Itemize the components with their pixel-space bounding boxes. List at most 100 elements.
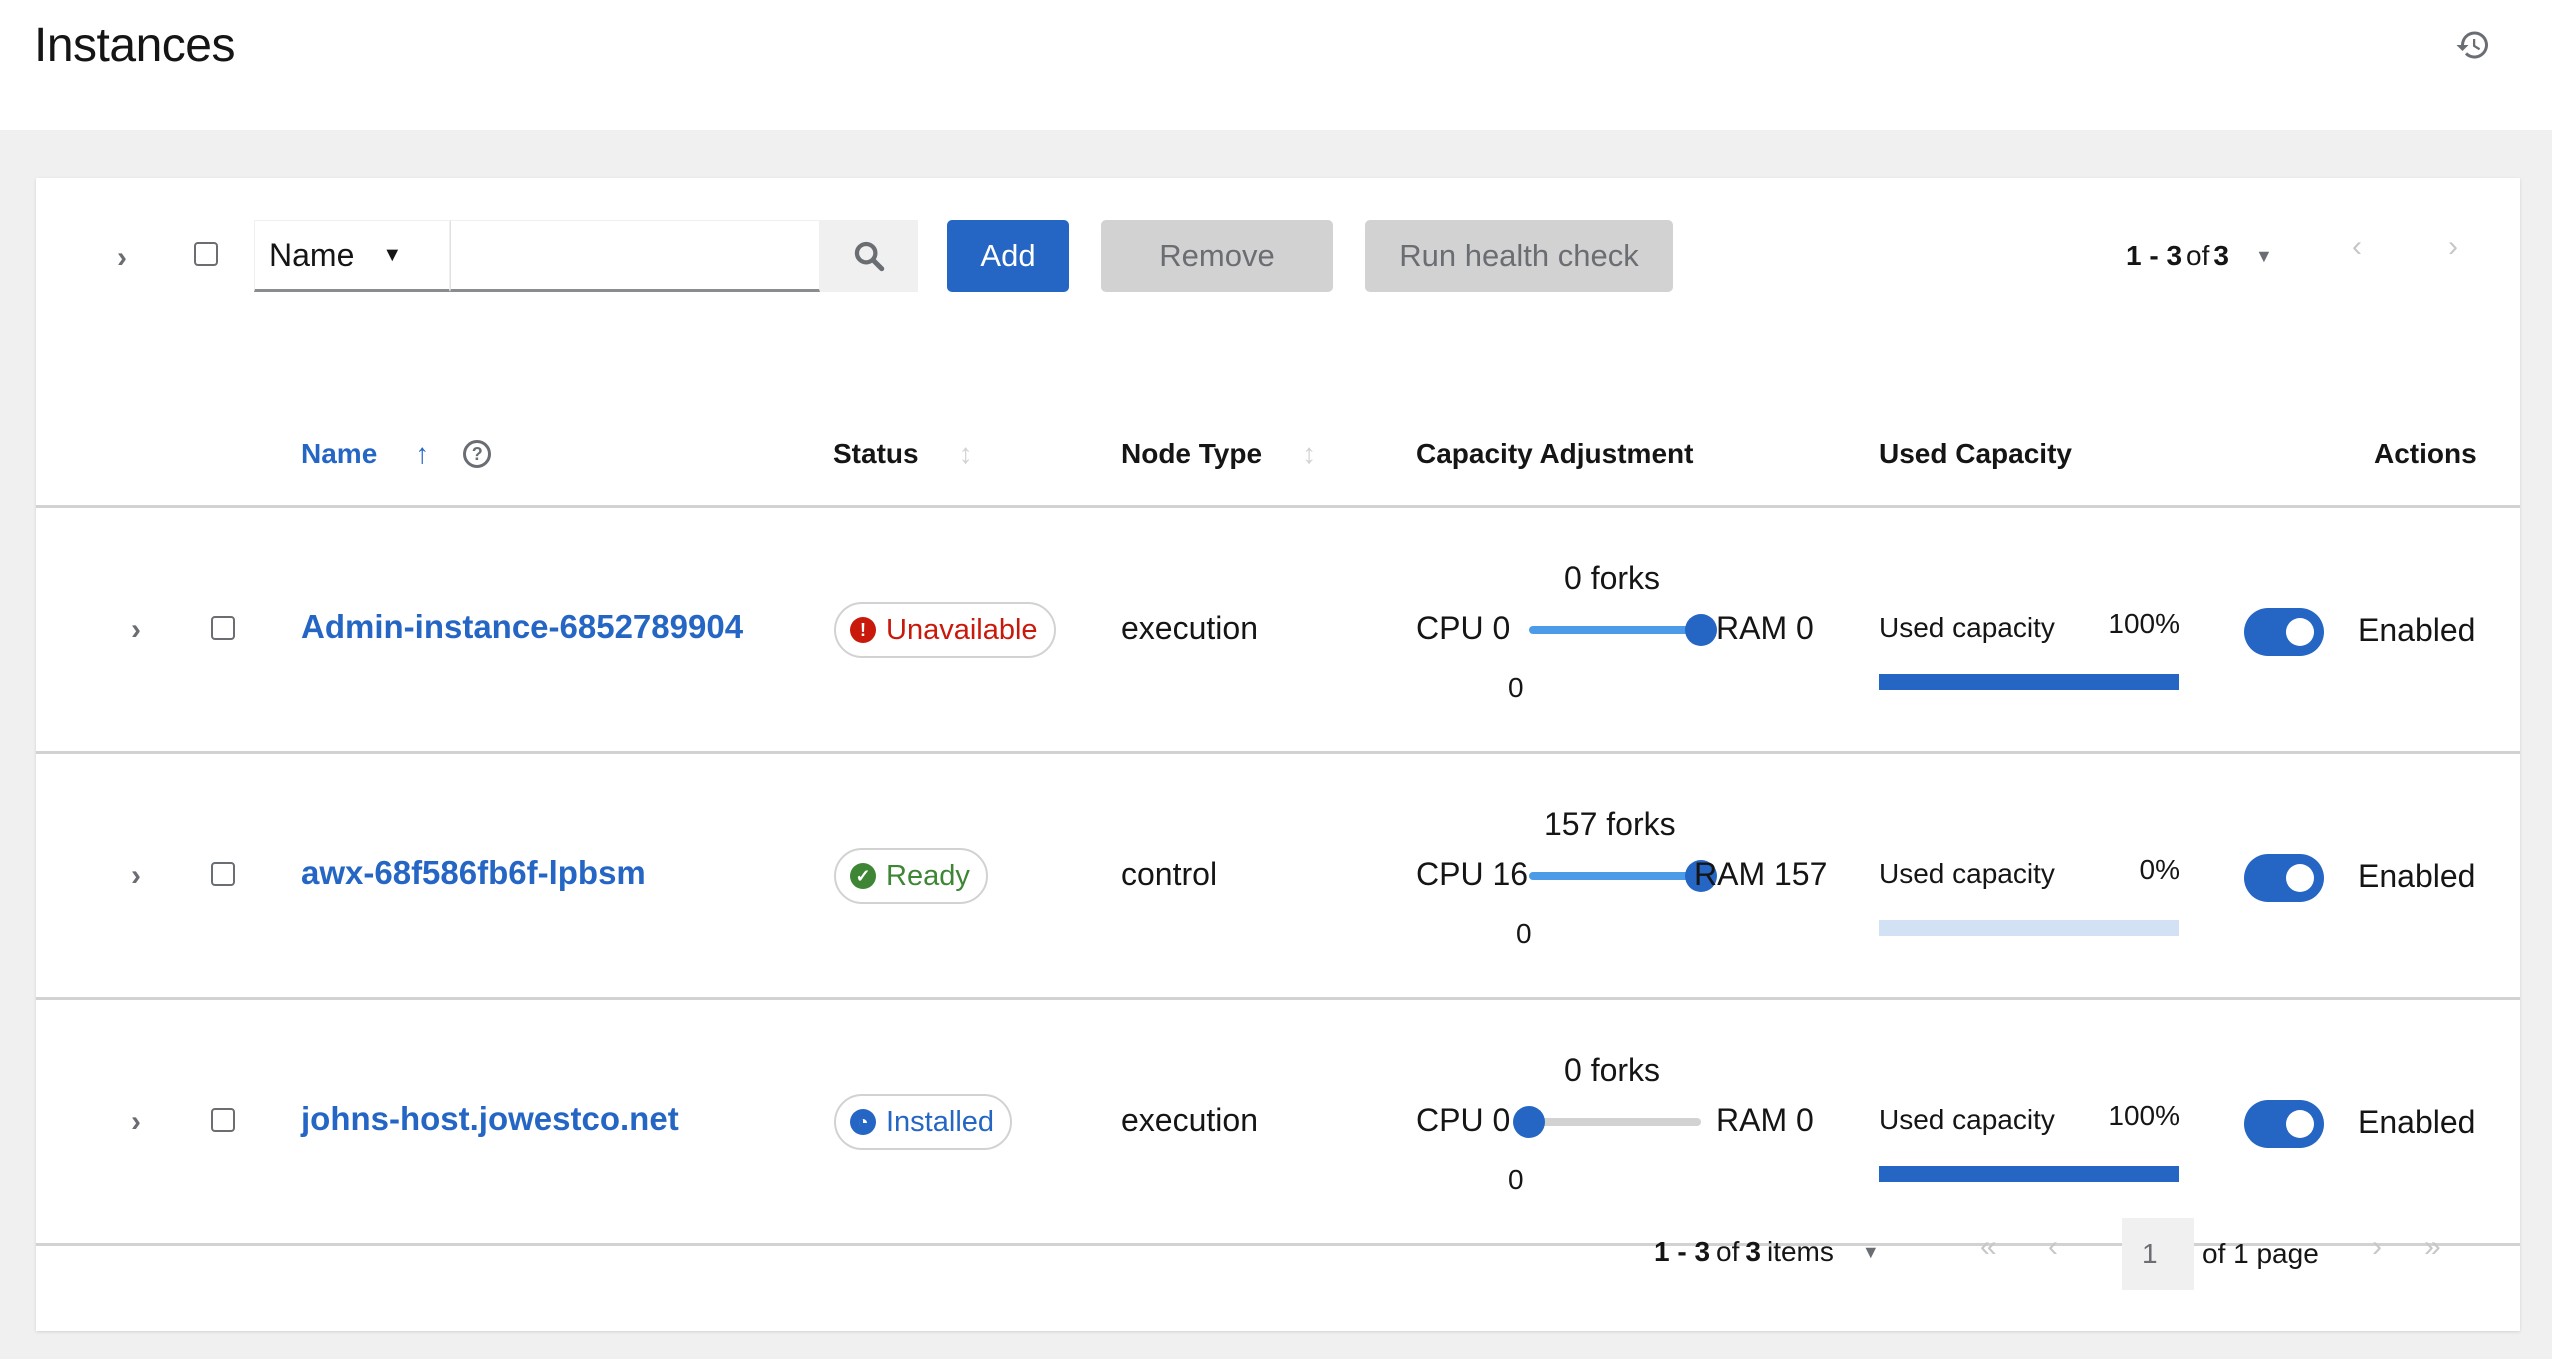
used-capacity-percent: 0% (2139, 854, 2180, 885)
select-all-checkbox[interactable] (194, 242, 218, 266)
status-badge: ✓ Ready (834, 848, 988, 904)
capacity-slider-track[interactable] (1529, 626, 1701, 634)
page-title: Instances (34, 19, 235, 72)
slider-min-label: 0 (1516, 918, 1532, 949)
column-label: Status (833, 438, 919, 469)
node-type: execution (1121, 1102, 1258, 1138)
column-header-node-type[interactable]: Node Type ↕ (1121, 438, 1316, 470)
instance-name-link[interactable]: awx-68f586fb6f-lpbsm (301, 854, 646, 892)
table-row: › Admin-instance-6852789904 ! Unavailabl… (36, 508, 2520, 754)
row-expand-toggle[interactable]: › (116, 856, 156, 896)
column-label: Capacity Adjustment (1416, 438, 1694, 469)
caret-down-icon: ▼ (1861, 1241, 1880, 1262)
node-type: control (1121, 856, 1218, 892)
row-expand-toggle[interactable]: › (116, 610, 156, 650)
of-pages-label: of 1 page (2202, 1238, 2319, 1269)
run-health-check-button[interactable]: Run health check (1365, 220, 1673, 292)
capacity-slider-track[interactable] (1529, 872, 1701, 880)
caret-down-icon: ▼ (382, 243, 403, 266)
chevron-left-icon: ‹ (2048, 1230, 2058, 1263)
filter-field-select[interactable]: Name ▼ (254, 220, 450, 292)
top-pagination-toggle[interactable]: 1 - 3 of 3 ▼ (2126, 240, 2273, 272)
column-header-capacity-adjustment: Capacity Adjustment (1416, 438, 1693, 470)
add-button[interactable]: Add (947, 220, 1069, 292)
help-icon[interactable]: ? (463, 440, 492, 468)
used-capacity-bar-fill (1879, 1166, 2179, 1182)
slider-min-label: 0 (1508, 1164, 1524, 1195)
column-header-name[interactable]: Name ↑ ? (301, 438, 492, 470)
chevron-right-icon: › (131, 613, 141, 646)
column-header-used-capacity: Used Capacity (1879, 438, 2072, 470)
row-select-checkbox[interactable] (211, 862, 235, 886)
chevron-right-icon: › (131, 1105, 141, 1138)
chevron-right-icon: › (117, 241, 127, 274)
status-badge: ! Unavailable (834, 602, 1056, 658)
pagination-of: of (2186, 240, 2210, 271)
history-button[interactable] (2452, 24, 2494, 66)
cpu-label: CPU 0 (1416, 1102, 1511, 1138)
chevron-right-icon: › (2372, 1230, 2382, 1263)
next-page-button-bottom[interactable]: › (2372, 1230, 2382, 1264)
chevron-left-icon: ‹ (2352, 230, 2362, 263)
enabled-label: Enabled (2358, 612, 2476, 648)
next-page-button[interactable]: › (2448, 230, 2458, 264)
expand-all-toggle[interactable]: › (102, 238, 142, 278)
used-capacity-label: Used capacity (1879, 612, 2055, 643)
remove-button[interactable]: Remove (1101, 220, 1333, 292)
row-select-checkbox[interactable] (211, 616, 235, 640)
check-circle-icon: ✓ (850, 863, 876, 889)
search-icon (854, 241, 885, 272)
forks-label: 0 forks (1564, 560, 1661, 596)
cpu-label: CPU 16 (1416, 856, 1529, 892)
status-text: Ready (886, 859, 970, 892)
used-capacity-bar (1879, 674, 2179, 690)
used-capacity-bar (1879, 1166, 2179, 1182)
enabled-toggle[interactable] (2244, 854, 2324, 902)
row-select-checkbox[interactable] (211, 1108, 235, 1132)
column-label: Actions (2374, 438, 2477, 469)
enabled-toggle[interactable] (2244, 608, 2324, 656)
chevron-right-icon: › (2448, 230, 2458, 263)
enabled-label: Enabled (2358, 858, 2476, 894)
table-row: › awx-68f586fb6f-lpbsm ✓ Ready control 1… (36, 754, 2520, 1000)
pagination-total: 3 (2213, 240, 2229, 271)
search-button[interactable] (820, 220, 918, 292)
search-input[interactable] (450, 220, 820, 292)
table-header: Name ↑ ? Status ↕ Node Type ↕ Capacity A… (36, 398, 2520, 508)
status-badge: ◔ Installed (834, 1094, 1013, 1150)
prev-page-button[interactable]: ‹ (2352, 230, 2362, 264)
forks-label: 0 forks (1564, 1052, 1661, 1088)
used-capacity-bar (1879, 920, 2179, 936)
used-capacity-label: Used capacity (1879, 1104, 2055, 1135)
history-icon (2456, 31, 2488, 59)
ram-label: RAM 157 (1694, 856, 1828, 892)
column-label: Name (301, 438, 378, 469)
capacity-slider-thumb[interactable] (1513, 1106, 1545, 1138)
table-row: › johns-host.jowestco.net ◔ Installed ex… (36, 1000, 2520, 1246)
column-header-status[interactable]: Status ↕ (833, 438, 973, 470)
instance-name-link[interactable]: Admin-instance-6852789904 (301, 608, 743, 646)
column-label: Node Type (1121, 438, 1263, 469)
prev-page-button-bottom[interactable]: ‹ (2048, 1230, 2058, 1264)
exclamation-circle-icon: ! (850, 617, 876, 643)
capacity-slider-thumb[interactable] (1685, 614, 1717, 646)
caret-down-icon: ▼ (2254, 245, 2273, 266)
row-expand-toggle[interactable]: › (116, 1102, 156, 1142)
node-type: execution (1121, 610, 1258, 646)
used-capacity-bar-fill (1879, 674, 2179, 690)
last-page-button[interactable]: » (2424, 1230, 2441, 1264)
capacity-slider-track[interactable] (1529, 1118, 1701, 1126)
first-page-button[interactable]: « (1980, 1230, 1997, 1264)
page-header: Instances (0, 0, 2552, 130)
used-capacity-percent: 100% (2108, 608, 2180, 639)
instance-name-link[interactable]: johns-host.jowestco.net (301, 1100, 679, 1138)
double-chevron-left-icon: « (1980, 1230, 1997, 1263)
enabled-toggle[interactable] (2244, 1100, 2324, 1148)
page-number-input[interactable]: 1 (2122, 1218, 2194, 1290)
footer-items-label: items (1766, 1236, 1834, 1267)
sort-icon: ↕ (1302, 438, 1317, 469)
bottom-pagination-toggle[interactable]: 1 - 3 of 3 items ▼ (1654, 1236, 1880, 1268)
used-capacity-label: Used capacity (1879, 858, 2055, 889)
double-chevron-right-icon: » (2424, 1230, 2441, 1263)
toggle-knob (2286, 618, 2314, 646)
